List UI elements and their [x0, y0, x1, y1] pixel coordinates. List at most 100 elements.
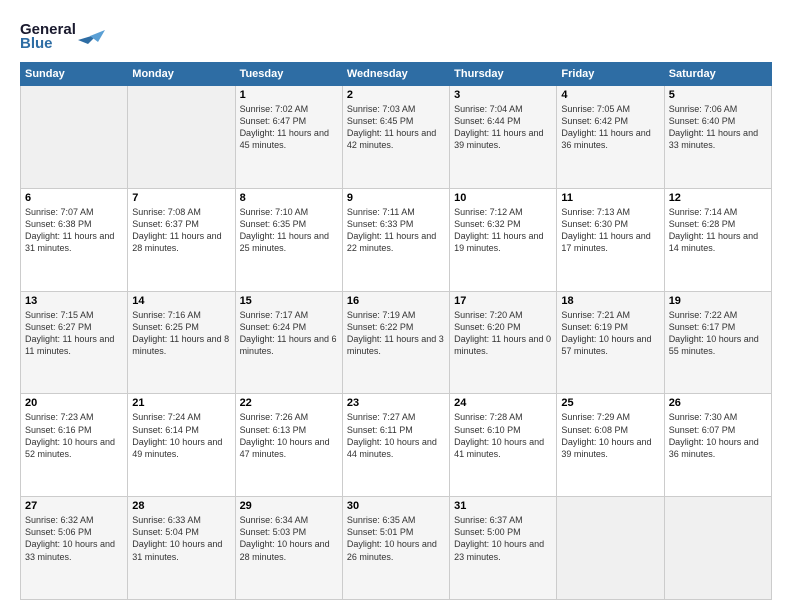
day-info: Sunrise: 7:20 AM Sunset: 6:20 PM Dayligh… [454, 309, 552, 358]
day-info: Sunrise: 7:06 AM Sunset: 6:40 PM Dayligh… [669, 103, 767, 152]
weekday-header-thursday: Thursday [450, 63, 557, 86]
day-number: 3 [454, 89, 552, 101]
day-number: 7 [132, 192, 230, 204]
calendar-day-cell: 7 Sunrise: 7:08 AM Sunset: 6:37 PM Daylig… [128, 188, 235, 291]
day-info: Sunrise: 7:29 AM Sunset: 6:08 PM Dayligh… [561, 411, 659, 460]
calendar-week-row: 13 Sunrise: 7:15 AM Sunset: 6:27 PM Dayli… [21, 291, 772, 394]
day-info: Sunrise: 7:16 AM Sunset: 6:25 PM Dayligh… [132, 309, 230, 358]
calendar-day-cell: 13 Sunrise: 7:15 AM Sunset: 6:27 PM Dayli… [21, 291, 128, 394]
day-number: 22 [240, 397, 338, 409]
day-number: 26 [669, 397, 767, 409]
header: General Blue [20, 16, 772, 52]
calendar-day-cell: 5 Sunrise: 7:06 AM Sunset: 6:40 PM Daylig… [664, 86, 771, 189]
day-info: Sunrise: 7:10 AM Sunset: 6:35 PM Dayligh… [240, 206, 338, 255]
day-info: Sunrise: 7:05 AM Sunset: 6:42 PM Dayligh… [561, 103, 659, 152]
day-info: Sunrise: 6:35 AM Sunset: 5:01 PM Dayligh… [347, 514, 445, 563]
day-number: 10 [454, 192, 552, 204]
calendar-day-cell: 22 Sunrise: 7:26 AM Sunset: 6:13 PM Dayli… [235, 394, 342, 497]
day-info: Sunrise: 7:19 AM Sunset: 6:22 PM Dayligh… [347, 309, 445, 358]
calendar-day-cell: 8 Sunrise: 7:10 AM Sunset: 6:35 PM Daylig… [235, 188, 342, 291]
calendar-day-cell: 4 Sunrise: 7:05 AM Sunset: 6:42 PM Daylig… [557, 86, 664, 189]
day-number: 19 [669, 295, 767, 307]
day-number: 5 [669, 89, 767, 101]
day-info: Sunrise: 7:30 AM Sunset: 6:07 PM Dayligh… [669, 411, 767, 460]
day-info: Sunrise: 7:07 AM Sunset: 6:38 PM Dayligh… [25, 206, 123, 255]
day-info: Sunrise: 6:34 AM Sunset: 5:03 PM Dayligh… [240, 514, 338, 563]
calendar-day-cell: 6Sunrise: 7:07 AM Sunset: 6:38 PM Daylig… [21, 188, 128, 291]
calendar-day-cell: 2 Sunrise: 7:03 AM Sunset: 6:45 PM Daylig… [342, 86, 449, 189]
logo-icon: General Blue [20, 16, 110, 52]
calendar-day-cell: 25 Sunrise: 7:29 AM Sunset: 6:08 PM Dayli… [557, 394, 664, 497]
calendar-week-row: 6Sunrise: 7:07 AM Sunset: 6:38 PM Daylig… [21, 188, 772, 291]
calendar-day-cell: 20 Sunrise: 7:23 AM Sunset: 6:16 PM Dayli… [21, 394, 128, 497]
day-number: 29 [240, 500, 338, 512]
calendar-day-cell: 19 Sunrise: 7:22 AM Sunset: 6:17 PM Dayli… [664, 291, 771, 394]
day-number: 18 [561, 295, 659, 307]
weekday-header-row: SundayMondayTuesdayWednesdayThursdayFrid… [21, 63, 772, 86]
day-number: 12 [669, 192, 767, 204]
weekday-header-sunday: Sunday [21, 63, 128, 86]
calendar-day-cell: 3Sunrise: 7:04 AM Sunset: 6:44 PM Daylig… [450, 86, 557, 189]
calendar-day-cell: 24 Sunrise: 7:28 AM Sunset: 6:10 PM Dayli… [450, 394, 557, 497]
logo: General Blue [20, 16, 110, 52]
day-info: Sunrise: 7:15 AM Sunset: 6:27 PM Dayligh… [25, 309, 123, 358]
calendar-day-cell [128, 86, 235, 189]
day-number: 25 [561, 397, 659, 409]
calendar-day-cell: 1 Sunrise: 7:02 AM Sunset: 6:47 PM Daylig… [235, 86, 342, 189]
day-info: Sunrise: 7:26 AM Sunset: 6:13 PM Dayligh… [240, 411, 338, 460]
day-number: 2 [347, 89, 445, 101]
day-number: 13 [25, 295, 123, 307]
day-info: Sunrise: 7:02 AM Sunset: 6:47 PM Dayligh… [240, 103, 338, 152]
day-info: Sunrise: 7:17 AM Sunset: 6:24 PM Dayligh… [240, 309, 338, 358]
day-number: 21 [132, 397, 230, 409]
day-number: 23 [347, 397, 445, 409]
calendar-table: SundayMondayTuesdayWednesdayThursdayFrid… [20, 62, 772, 600]
calendar-week-row: 20 Sunrise: 7:23 AM Sunset: 6:16 PM Dayli… [21, 394, 772, 497]
calendar-day-cell: 30 Sunrise: 6:35 AM Sunset: 5:01 PM Dayli… [342, 497, 449, 600]
calendar-day-cell: 29 Sunrise: 6:34 AM Sunset: 5:03 PM Dayli… [235, 497, 342, 600]
day-info: Sunrise: 7:23 AM Sunset: 6:16 PM Dayligh… [25, 411, 123, 460]
day-info: Sunrise: 7:08 AM Sunset: 6:37 PM Dayligh… [132, 206, 230, 255]
day-info: Sunrise: 7:13 AM Sunset: 6:30 PM Dayligh… [561, 206, 659, 255]
calendar-day-cell: 11Sunrise: 7:13 AM Sunset: 6:30 PM Dayli… [557, 188, 664, 291]
day-number: 4 [561, 89, 659, 101]
day-number: 30 [347, 500, 445, 512]
day-number: 16 [347, 295, 445, 307]
day-info: Sunrise: 7:28 AM Sunset: 6:10 PM Dayligh… [454, 411, 552, 460]
day-number: 8 [240, 192, 338, 204]
weekday-header-wednesday: Wednesday [342, 63, 449, 86]
day-number: 15 [240, 295, 338, 307]
day-number: 24 [454, 397, 552, 409]
calendar-day-cell: 12 Sunrise: 7:14 AM Sunset: 6:28 PM Dayli… [664, 188, 771, 291]
day-number: 1 [240, 89, 338, 101]
calendar-day-cell [21, 86, 128, 189]
calendar-day-cell: 18Sunrise: 7:21 AM Sunset: 6:19 PM Dayli… [557, 291, 664, 394]
day-number: 27 [25, 500, 123, 512]
weekday-header-monday: Monday [128, 63, 235, 86]
calendar-day-cell: 23Sunrise: 7:27 AM Sunset: 6:11 PM Dayli… [342, 394, 449, 497]
calendar-day-cell [664, 497, 771, 600]
day-number: 14 [132, 295, 230, 307]
day-info: Sunrise: 7:22 AM Sunset: 6:17 PM Dayligh… [669, 309, 767, 358]
weekday-header-friday: Friday [557, 63, 664, 86]
calendar-day-cell: 17Sunrise: 7:20 AM Sunset: 6:20 PM Dayli… [450, 291, 557, 394]
calendar-day-cell: 10 Sunrise: 7:12 AM Sunset: 6:32 PM Dayli… [450, 188, 557, 291]
calendar-week-row: 1 Sunrise: 7:02 AM Sunset: 6:47 PM Daylig… [21, 86, 772, 189]
calendar-week-row: 27Sunrise: 6:32 AM Sunset: 5:06 PM Dayli… [21, 497, 772, 600]
calendar-day-cell: 14 Sunrise: 7:16 AM Sunset: 6:25 PM Dayli… [128, 291, 235, 394]
calendar-day-cell: 26 Sunrise: 7:30 AM Sunset: 6:07 PM Dayli… [664, 394, 771, 497]
day-info: Sunrise: 7:12 AM Sunset: 6:32 PM Dayligh… [454, 206, 552, 255]
calendar-day-cell: 27Sunrise: 6:32 AM Sunset: 5:06 PM Dayli… [21, 497, 128, 600]
calendar-day-cell: 9Sunrise: 7:11 AM Sunset: 6:33 PM Daylig… [342, 188, 449, 291]
day-number: 20 [25, 397, 123, 409]
day-info: Sunrise: 7:14 AM Sunset: 6:28 PM Dayligh… [669, 206, 767, 255]
day-info: Sunrise: 6:37 AM Sunset: 5:00 PM Dayligh… [454, 514, 552, 563]
day-info: Sunrise: 7:03 AM Sunset: 6:45 PM Dayligh… [347, 103, 445, 152]
day-number: 31 [454, 500, 552, 512]
calendar-day-cell: 16 Sunrise: 7:19 AM Sunset: 6:22 PM Dayli… [342, 291, 449, 394]
calendar-day-cell [557, 497, 664, 600]
day-number: 28 [132, 500, 230, 512]
calendar-day-cell: 21Sunrise: 7:24 AM Sunset: 6:14 PM Dayli… [128, 394, 235, 497]
calendar-day-cell: 31 Sunrise: 6:37 AM Sunset: 5:00 PM Dayli… [450, 497, 557, 600]
calendar-day-cell: 15 Sunrise: 7:17 AM Sunset: 6:24 PM Dayli… [235, 291, 342, 394]
